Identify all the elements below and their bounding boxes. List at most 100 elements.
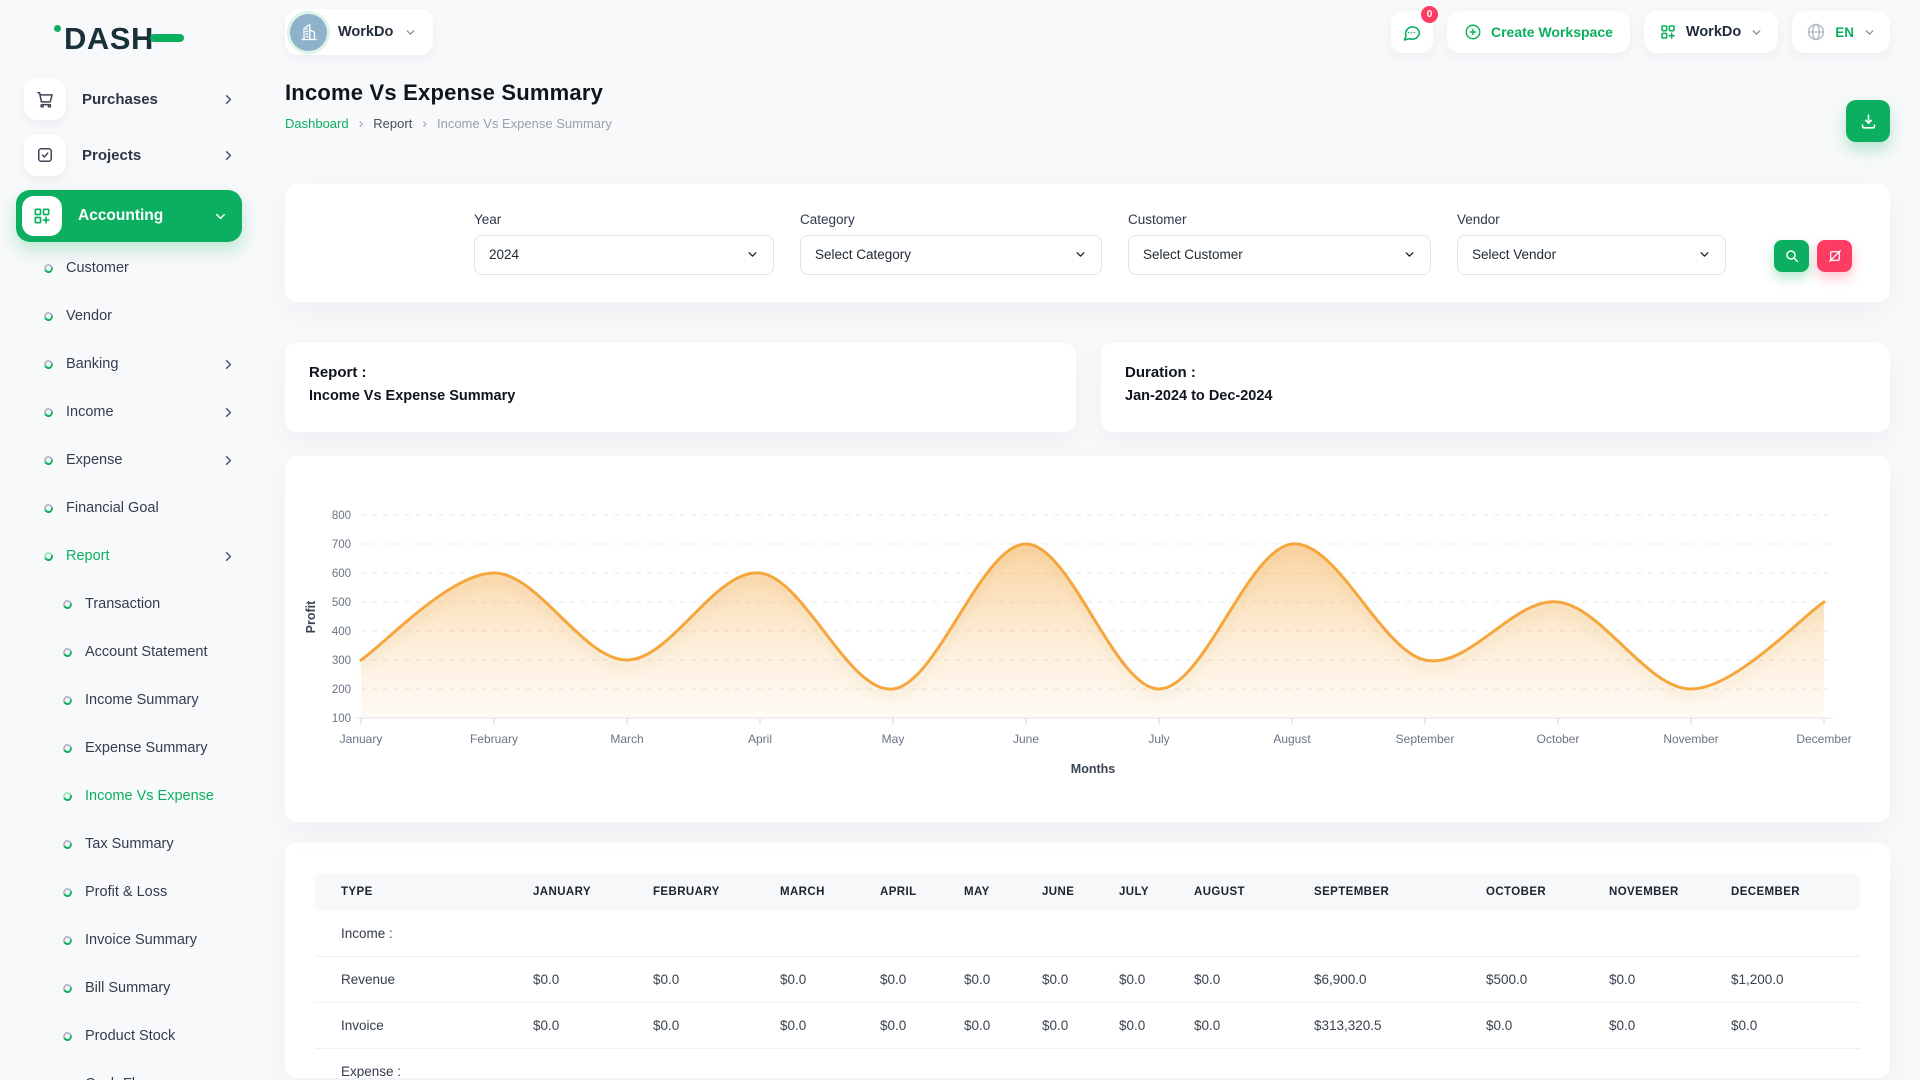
sidebar-item-product-stock[interactable]: Product Stock [16, 1012, 258, 1060]
download-button[interactable] [1846, 100, 1890, 142]
bullet-icon [43, 310, 55, 322]
sidebar-item-accounting[interactable]: Accounting [16, 190, 242, 242]
messages-button[interactable]: 0 [1391, 11, 1433, 53]
sidebar-item-label: Product Stock [85, 1028, 175, 1044]
breadcrumb-separator: › [422, 115, 427, 131]
plus-circle-icon [1464, 23, 1482, 41]
cell: $313,320.5 [1314, 1003, 1486, 1049]
chevron-down-icon [213, 209, 228, 224]
year-select[interactable]: 2024 [474, 235, 774, 275]
svg-text:April: April [748, 732, 772, 746]
workspace-selector[interactable]: WorkDo [285, 9, 433, 55]
topbar: WorkDo 0 Create Workspace WorkDo [285, 8, 1890, 56]
bullet-icon [62, 886, 74, 898]
language-selector[interactable]: EN [1792, 11, 1890, 53]
chevron-right-icon [221, 549, 236, 564]
filter-fields: Year 2024 Category Select Category Custo… [474, 212, 1726, 275]
customer-select[interactable]: Select Customer [1128, 235, 1431, 275]
breadcrumb-link-report[interactable]: Report [373, 116, 412, 131]
workspace-name: WorkDo [338, 24, 393, 40]
workspace-dropdown[interactable]: WorkDo [1644, 11, 1778, 53]
sidebar-item-customer[interactable]: Customer [16, 244, 258, 292]
topbar-actions: 0 Create Workspace WorkDo EN [1391, 11, 1890, 53]
sidebar-item-financial-goal[interactable]: Financial Goal [16, 484, 258, 532]
vendor-select[interactable]: Select Vendor [1457, 235, 1726, 275]
category-field: Category Select Category [800, 212, 1102, 275]
sidebar-item-purchases[interactable]: Purchases [24, 78, 236, 120]
sidebar-item-label: Income Summary [85, 692, 199, 708]
sidebar-item-label: Income [66, 404, 114, 420]
chevron-down-icon [1750, 26, 1763, 39]
sidebar-item-transaction[interactable]: Transaction [16, 580, 258, 628]
apply-filter-button[interactable] [1774, 240, 1809, 272]
section-label: Income : [315, 911, 1860, 957]
cell: $0.0 [1194, 1003, 1314, 1049]
svg-text:May: May [882, 732, 905, 746]
svg-text:June: June [1013, 732, 1039, 746]
svg-text:March: March [610, 732, 643, 746]
svg-text:August: August [1273, 732, 1311, 746]
chevron-right-icon [221, 92, 236, 107]
sidebar-item-projects[interactable]: Projects [24, 134, 236, 176]
grid-plus-icon [1659, 23, 1677, 41]
svg-text:200: 200 [332, 684, 351, 696]
cell: $0.0 [1609, 957, 1731, 1003]
bullet-icon [62, 694, 74, 706]
sidebar-item-expense-summary[interactable]: Expense Summary [16, 724, 258, 772]
row-label: Revenue [315, 957, 533, 1003]
cell: $0.0 [533, 957, 653, 1003]
sidebar-item-account-statement[interactable]: Account Statement [16, 628, 258, 676]
duration-card: Duration : Jan-2024 to Dec-2024 [1101, 343, 1890, 432]
cell: $1,200.0 [1731, 957, 1860, 1003]
profit-area-chart: 800700600500400300200100JanuaryFebruaryM… [285, 456, 1890, 822]
chevron-down-icon [1863, 26, 1876, 39]
cell: $0.0 [653, 1003, 780, 1049]
chat-icon [1401, 22, 1422, 43]
sidebar-item-expense[interactable]: Expense [16, 436, 258, 484]
create-workspace-button[interactable]: Create Workspace [1447, 11, 1630, 53]
cell: $0.0 [880, 957, 964, 1003]
bullet-icon [62, 1030, 74, 1042]
main-content: WorkDo 0 Create Workspace WorkDo [258, 0, 1920, 1080]
chevron-down-icon [1698, 248, 1711, 261]
globe-icon [1806, 22, 1826, 42]
breadcrumb-separator: › [359, 115, 364, 131]
logo-text: DASH [64, 21, 154, 57]
sidebar-item-income-vs-expense[interactable]: Income Vs Expense [16, 772, 258, 820]
report-table-card: TYPEJANUARYFEBRUARYMARCHAPRILMAYJUNEJULY… [285, 843, 1890, 1078]
sidebar-item-income-summary[interactable]: Income Summary [16, 676, 258, 724]
cell: $500.0 [1486, 957, 1609, 1003]
reset-filter-button[interactable] [1817, 240, 1852, 272]
table-section-row: Income : [315, 911, 1860, 957]
download-icon [1859, 112, 1878, 131]
category-select[interactable]: Select Category [800, 235, 1102, 275]
sidebar-item-label: Profit & Loss [85, 884, 167, 900]
sidebar-item-cash-flow[interactable]: Cash Flow [16, 1060, 258, 1080]
sidebar-item-banking[interactable]: Banking [16, 340, 258, 388]
sidebar-item-income[interactable]: Income [16, 388, 258, 436]
cell: $0.0 [880, 1003, 964, 1049]
app-logo[interactable]: DASH [16, 14, 258, 64]
column-header-december: DECEMBER [1731, 873, 1860, 911]
cell: $0.0 [1119, 957, 1194, 1003]
chevron-right-icon [221, 148, 236, 163]
cell: $0.0 [964, 957, 1042, 1003]
sidebar-item-label: Vendor [66, 308, 112, 324]
svg-text:December: December [1796, 732, 1851, 746]
profit-chart-card: 800700600500400300200100JanuaryFebruaryM… [285, 456, 1890, 822]
app-root: DASH Purchases Projects AccountingCustomer… [0, 0, 1920, 1080]
sidebar-item-label: Bill Summary [85, 980, 170, 996]
notification-badge: 0 [1421, 6, 1438, 23]
sidebar-item-profit-loss[interactable]: Profit & Loss [16, 868, 258, 916]
sidebar-item-bill-summary[interactable]: Bill Summary [16, 964, 258, 1012]
grid-plus-icon [22, 196, 62, 236]
sidebar-item-invoice-summary[interactable]: Invoice Summary [16, 916, 258, 964]
sidebar-item-report[interactable]: Report [16, 532, 258, 580]
year-field: Year 2024 [474, 212, 774, 275]
section-label: Expense : [315, 1049, 1860, 1079]
breadcrumb-link-dashboard[interactable]: Dashboard [285, 116, 349, 131]
sidebar-item-tax-summary[interactable]: Tax Summary [16, 820, 258, 868]
vendor-field: Vendor Select Vendor [1457, 212, 1726, 275]
chevron-down-icon [1074, 248, 1087, 261]
sidebar-item-vendor[interactable]: Vendor [16, 292, 258, 340]
